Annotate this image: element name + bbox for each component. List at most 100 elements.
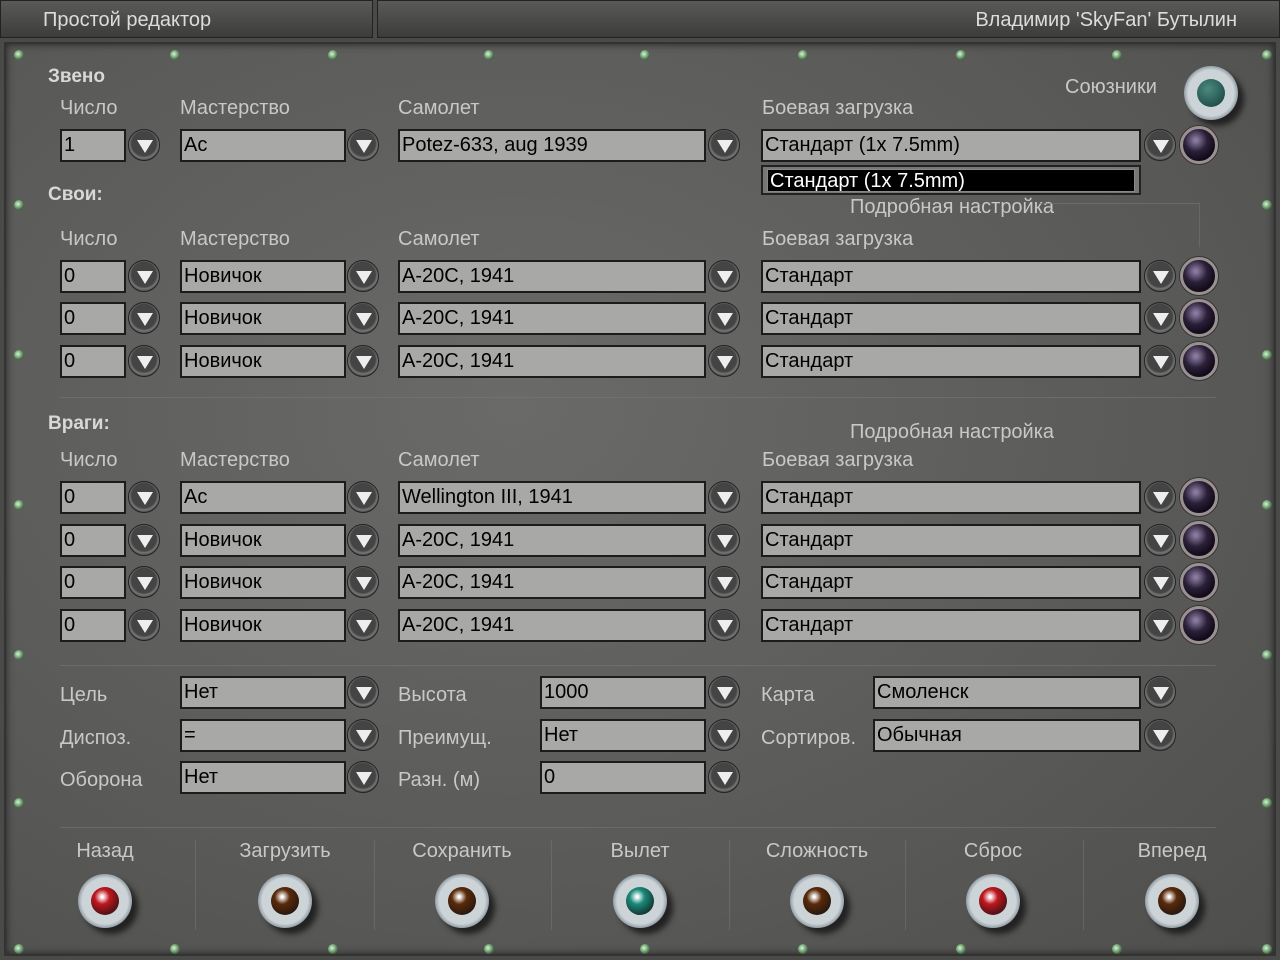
- action-button[interactable]: [1145, 874, 1199, 928]
- enemy-row-count-field[interactable]: 0: [60, 481, 126, 514]
- enemy-row-plane-field[interactable]: A-20C, 1941: [398, 566, 706, 599]
- action-button[interactable]: [435, 874, 489, 928]
- enemy-row-plane-field[interactable]: A-20C, 1941: [398, 609, 706, 642]
- friendly-row-loadout-dropdown[interactable]: [1144, 260, 1176, 292]
- enemy-row-count-dropdown[interactable]: [128, 524, 160, 556]
- friendly-row-loadout-dropdown[interactable]: [1144, 345, 1176, 377]
- enemy-row-skill-field[interactable]: Новичок: [180, 609, 346, 642]
- param-dropdown[interactable]: [708, 719, 740, 751]
- friendly-row-loadout-field[interactable]: Стандарт: [761, 260, 1141, 293]
- enemy-row-skill-dropdown[interactable]: [347, 566, 379, 598]
- enemy-row-details-button[interactable]: [1180, 606, 1218, 644]
- flight-row-plane-field[interactable]: Potez-633, aug 1939: [398, 129, 706, 162]
- param-field[interactable]: Смоленск: [873, 676, 1141, 709]
- enemy-row-count-field[interactable]: 0: [60, 524, 126, 557]
- param-dropdown[interactable]: [1144, 719, 1176, 751]
- enemy-row-skill-dropdown[interactable]: [347, 524, 379, 556]
- param-field[interactable]: Нет: [180, 676, 346, 709]
- allies-button[interactable]: [1184, 66, 1238, 120]
- friendly-row-count-dropdown[interactable]: [128, 345, 160, 377]
- friendly-row-count-field[interactable]: 0: [60, 345, 126, 378]
- enemy-row-loadout-field[interactable]: Стандарт: [761, 524, 1141, 557]
- friendly-row-count-field[interactable]: 0: [60, 302, 126, 335]
- flight-row-loadout-dropdown[interactable]: [1144, 129, 1176, 161]
- friendly-row-loadout-field[interactable]: Стандарт: [761, 345, 1141, 378]
- flight-row-details-button[interactable]: [1180, 126, 1218, 164]
- friendly-row-count-dropdown[interactable]: [128, 302, 160, 334]
- enemy-row-loadout-field[interactable]: Стандарт: [761, 566, 1141, 599]
- friendly-row-count-dropdown[interactable]: [128, 260, 160, 292]
- param-dropdown[interactable]: [347, 719, 379, 751]
- divider: [373, 840, 375, 930]
- enemy-row-details-button[interactable]: [1180, 478, 1218, 516]
- friendly-row-details-button[interactable]: [1180, 257, 1218, 295]
- friendly-row-skill-field[interactable]: Новичок: [180, 260, 346, 293]
- friendly-row-details-button[interactable]: [1180, 342, 1218, 380]
- enemy-row-plane-field[interactable]: Wellington III, 1941: [398, 481, 706, 514]
- friendly-row-plane-dropdown[interactable]: [708, 345, 740, 377]
- flight-row-skill-field[interactable]: Ас: [180, 129, 346, 162]
- action-button[interactable]: [613, 874, 667, 928]
- friendly-row-plane-dropdown[interactable]: [708, 302, 740, 334]
- friendly-row-loadout-field[interactable]: Стандарт: [761, 302, 1141, 335]
- flight-row-skill-dropdown[interactable]: [347, 129, 379, 161]
- enemy-row-loadout-dropdown[interactable]: [1144, 609, 1176, 641]
- friendly-row-skill-dropdown[interactable]: [347, 345, 379, 377]
- param-field[interactable]: 1000: [540, 676, 706, 709]
- flight-row-plane-dropdown[interactable]: [708, 129, 740, 161]
- loadout-option[interactable]: Стандарт (1x 7.5mm): [767, 169, 1135, 192]
- loadout-dropdown-list[interactable]: Стандарт (1x 7.5mm): [761, 165, 1141, 195]
- friendly-row-loadout-dropdown[interactable]: [1144, 302, 1176, 334]
- param-label: Преимущ.: [398, 727, 492, 749]
- enemy-row-count-field[interactable]: 0: [60, 566, 126, 599]
- friendly-row-plane-field[interactable]: A-20C, 1941: [398, 345, 706, 378]
- param-dropdown[interactable]: [347, 761, 379, 793]
- enemy-row-count-field[interactable]: 0: [60, 609, 126, 642]
- action-button[interactable]: [258, 874, 312, 928]
- enemy-row-loadout-dropdown[interactable]: [1144, 524, 1176, 556]
- param-dropdown[interactable]: [708, 676, 740, 708]
- friendly-row-skill-dropdown[interactable]: [347, 260, 379, 292]
- enemy-row-count-dropdown[interactable]: [128, 481, 160, 513]
- enemy-row-loadout-dropdown[interactable]: [1144, 566, 1176, 598]
- enemy-row-plane-dropdown[interactable]: [708, 566, 740, 598]
- action-button[interactable]: [966, 874, 1020, 928]
- friendly-row-count-field[interactable]: 0: [60, 260, 126, 293]
- enemy-row-skill-field[interactable]: Новичок: [180, 524, 346, 557]
- param-field[interactable]: Нет: [540, 719, 706, 752]
- enemy-row-plane-dropdown[interactable]: [708, 609, 740, 641]
- enemy-row-skill-dropdown[interactable]: [347, 609, 379, 641]
- param-field[interactable]: Нет: [180, 761, 346, 794]
- enemy-row-details-button[interactable]: [1180, 563, 1218, 601]
- friendly-row-plane-field[interactable]: A-20C, 1941: [398, 260, 706, 293]
- enemy-row-skill-dropdown[interactable]: [347, 481, 379, 513]
- enemy-row-loadout-field[interactable]: Стандарт: [761, 609, 1141, 642]
- enemy-row-plane-dropdown[interactable]: [708, 524, 740, 556]
- friendly-row-skill-field[interactable]: Новичок: [180, 302, 346, 335]
- param-dropdown[interactable]: [708, 761, 740, 793]
- enemy-row-count-dropdown[interactable]: [128, 566, 160, 598]
- param-field[interactable]: =: [180, 719, 346, 752]
- friendly-row-skill-field[interactable]: Новичок: [180, 345, 346, 378]
- friendly-row-plane-field[interactable]: A-20C, 1941: [398, 302, 706, 335]
- flight-row-loadout-field[interactable]: Стандарт (1x 7.5mm): [761, 129, 1141, 162]
- enemy-row-skill-field[interactable]: Новичок: [180, 566, 346, 599]
- param-dropdown[interactable]: [347, 676, 379, 708]
- enemy-row-count-dropdown[interactable]: [128, 609, 160, 641]
- friendly-row-plane-dropdown[interactable]: [708, 260, 740, 292]
- param-field[interactable]: 0: [540, 761, 706, 794]
- param-dropdown[interactable]: [1144, 676, 1176, 708]
- flight-row-count-dropdown[interactable]: [128, 129, 160, 161]
- action-button[interactable]: [78, 874, 132, 928]
- friendly-row-details-button[interactable]: [1180, 299, 1218, 337]
- enemy-row-details-button[interactable]: [1180, 521, 1218, 559]
- enemy-row-skill-field[interactable]: Ас: [180, 481, 346, 514]
- enemy-row-plane-dropdown[interactable]: [708, 481, 740, 513]
- enemy-row-loadout-field[interactable]: Стандарт: [761, 481, 1141, 514]
- enemy-row-plane-field[interactable]: A-20C, 1941: [398, 524, 706, 557]
- friendly-row-skill-dropdown[interactable]: [347, 302, 379, 334]
- action-button[interactable]: [790, 874, 844, 928]
- flight-row-count-field[interactable]: 1: [60, 129, 126, 162]
- param-field[interactable]: Обычная: [873, 719, 1141, 752]
- enemy-row-loadout-dropdown[interactable]: [1144, 481, 1176, 513]
